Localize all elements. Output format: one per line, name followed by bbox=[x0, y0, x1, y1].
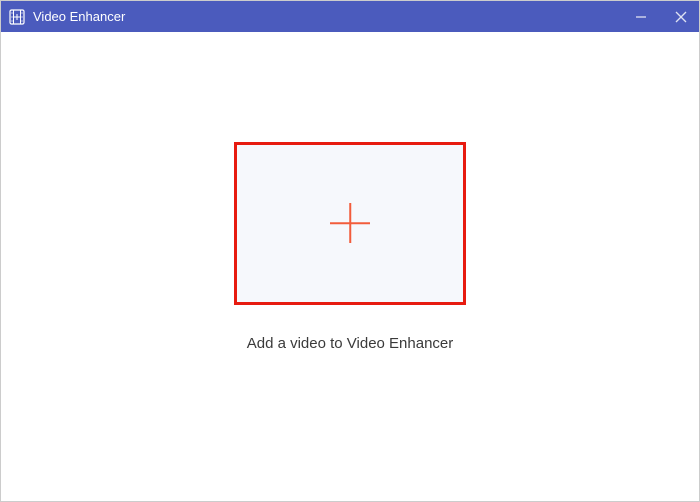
minimize-button[interactable] bbox=[631, 7, 651, 27]
titlebar-left: Video Enhancer bbox=[9, 9, 125, 25]
main-content: Add a video to Video Enhancer bbox=[1, 32, 699, 501]
close-button[interactable] bbox=[671, 7, 691, 27]
app-icon bbox=[9, 9, 25, 25]
titlebar: Video Enhancer bbox=[1, 1, 699, 32]
plus-icon bbox=[330, 203, 370, 243]
app-window: Video Enhancer Add a video to Video Enha… bbox=[0, 0, 700, 502]
add-video-dropzone[interactable] bbox=[234, 142, 466, 305]
instruction-text: Add a video to Video Enhancer bbox=[247, 335, 454, 352]
window-controls bbox=[631, 7, 691, 27]
minimize-icon bbox=[635, 11, 647, 23]
app-title: Video Enhancer bbox=[33, 9, 125, 24]
close-icon bbox=[675, 11, 687, 23]
